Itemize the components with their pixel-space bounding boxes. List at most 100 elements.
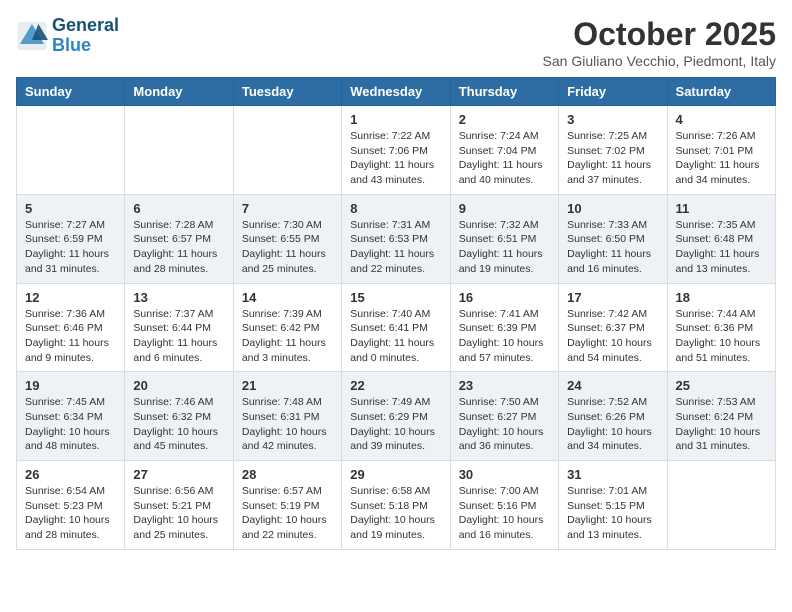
calendar-cell [125, 106, 233, 195]
calendar-cell: 15 Sunrise: 7:40 AM Sunset: 6:41 PM Dayli… [342, 283, 450, 372]
day-info: Sunrise: 6:56 AM Sunset: 5:21 PM Dayligh… [133, 484, 224, 543]
day-number: 19 [25, 378, 116, 393]
calendar-cell: 29 Sunrise: 6:58 AM Sunset: 5:18 PM Dayli… [342, 461, 450, 550]
calendar-cell: 20 Sunrise: 7:46 AM Sunset: 6:32 PM Dayli… [125, 372, 233, 461]
location: San Giuliano Vecchio, Piedmont, Italy [543, 53, 776, 69]
calendar-cell: 31 Sunrise: 7:01 AM Sunset: 5:15 PM Dayli… [559, 461, 667, 550]
calendar-cell [17, 106, 125, 195]
calendar-week-row: 19 Sunrise: 7:45 AM Sunset: 6:34 PM Dayli… [17, 372, 776, 461]
weekday-header-cell: Thursday [450, 78, 558, 106]
calendar-cell: 27 Sunrise: 6:56 AM Sunset: 5:21 PM Dayli… [125, 461, 233, 550]
day-number: 10 [567, 201, 658, 216]
weekday-header-cell: Monday [125, 78, 233, 106]
day-info: Sunrise: 7:30 AM Sunset: 6:55 PM Dayligh… [242, 218, 333, 277]
calendar-cell: 4Sunrise: 7:26 AM Sunset: 7:01 PM Daylig… [667, 106, 775, 195]
day-number: 15 [350, 290, 441, 305]
day-info: Sunrise: 7:33 AM Sunset: 6:50 PM Dayligh… [567, 218, 658, 277]
calendar-cell: 3Sunrise: 7:25 AM Sunset: 7:02 PM Daylig… [559, 106, 667, 195]
day-info: Sunrise: 7:49 AM Sunset: 6:29 PM Dayligh… [350, 395, 441, 454]
day-info: Sunrise: 6:57 AM Sunset: 5:19 PM Dayligh… [242, 484, 333, 543]
day-info: Sunrise: 7:32 AM Sunset: 6:51 PM Dayligh… [459, 218, 550, 277]
day-info: Sunrise: 7:52 AM Sunset: 6:26 PM Dayligh… [567, 395, 658, 454]
day-info: Sunrise: 7:22 AM Sunset: 7:06 PM Dayligh… [350, 129, 441, 188]
calendar-cell: 22 Sunrise: 7:49 AM Sunset: 6:29 PM Dayli… [342, 372, 450, 461]
logo-line1: General [52, 15, 119, 35]
calendar-cell: 10 Sunrise: 7:33 AM Sunset: 6:50 PM Dayli… [559, 194, 667, 283]
calendar-cell: 11Sunrise: 7:35 AM Sunset: 6:48 PM Dayli… [667, 194, 775, 283]
day-number: 24 [567, 378, 658, 393]
day-number: 22 [350, 378, 441, 393]
day-info: Sunrise: 7:42 AM Sunset: 6:37 PM Dayligh… [567, 307, 658, 366]
day-number: 14 [242, 290, 333, 305]
calendar-cell: 21 Sunrise: 7:48 AM Sunset: 6:31 PM Dayli… [233, 372, 341, 461]
day-number: 21 [242, 378, 333, 393]
calendar-cell [233, 106, 341, 195]
day-info: Sunrise: 7:27 AM Sunset: 6:59 PM Dayligh… [25, 218, 116, 277]
day-number: 7 [242, 201, 333, 216]
logo: General Blue [16, 16, 119, 56]
calendar-cell: 14Sunrise: 7:39 AM Sunset: 6:42 PM Dayli… [233, 283, 341, 372]
day-number: 25 [676, 378, 767, 393]
day-info: Sunrise: 7:46 AM Sunset: 6:32 PM Dayligh… [133, 395, 224, 454]
calendar-cell: 6Sunrise: 7:28 AM Sunset: 6:57 PM Daylig… [125, 194, 233, 283]
calendar-cell: 13 Sunrise: 7:37 AM Sunset: 6:44 PM Dayli… [125, 283, 233, 372]
logo-text: General Blue [52, 16, 119, 56]
day-number: 17 [567, 290, 658, 305]
day-info: Sunrise: 7:41 AM Sunset: 6:39 PM Dayligh… [459, 307, 550, 366]
day-info: Sunrise: 7:35 AM Sunset: 6:48 PM Dayligh… [676, 218, 767, 277]
day-info: Sunrise: 7:44 AM Sunset: 6:36 PM Dayligh… [676, 307, 767, 366]
calendar-week-row: 1 Sunrise: 7:22 AM Sunset: 7:06 PM Daylig… [17, 106, 776, 195]
calendar-cell: 2Sunrise: 7:24 AM Sunset: 7:04 PM Daylig… [450, 106, 558, 195]
day-info: Sunrise: 7:50 AM Sunset: 6:27 PM Dayligh… [459, 395, 550, 454]
calendar-cell: 26 Sunrise: 6:54 AM Sunset: 5:23 PM Dayli… [17, 461, 125, 550]
day-number: 13 [133, 290, 224, 305]
day-info: Sunrise: 7:40 AM Sunset: 6:41 PM Dayligh… [350, 307, 441, 366]
day-info: Sunrise: 7:45 AM Sunset: 6:34 PM Dayligh… [25, 395, 116, 454]
day-number: 16 [459, 290, 550, 305]
day-number: 20 [133, 378, 224, 393]
day-number: 23 [459, 378, 550, 393]
day-number: 28 [242, 467, 333, 482]
day-number: 9 [459, 201, 550, 216]
weekday-header-cell: Tuesday [233, 78, 341, 106]
weekday-header-cell: Sunday [17, 78, 125, 106]
title-section: October 2025 San Giuliano Vecchio, Piedm… [543, 16, 776, 69]
calendar-body: 1 Sunrise: 7:22 AM Sunset: 7:06 PM Daylig… [17, 106, 776, 550]
weekday-header-row: SundayMondayTuesdayWednesdayThursdayFrid… [17, 78, 776, 106]
day-number: 26 [25, 467, 116, 482]
calendar-week-row: 5Sunrise: 7:27 AM Sunset: 6:59 PM Daylig… [17, 194, 776, 283]
calendar-cell [667, 461, 775, 550]
day-number: 31 [567, 467, 658, 482]
day-info: Sunrise: 7:01 AM Sunset: 5:15 PM Dayligh… [567, 484, 658, 543]
logo-line2: Blue [52, 35, 91, 55]
calendar-cell: 30 Sunrise: 7:00 AM Sunset: 5:16 PM Dayli… [450, 461, 558, 550]
day-number: 1 [350, 112, 441, 127]
calendar-cell: 12Sunrise: 7:36 AM Sunset: 6:46 PM Dayli… [17, 283, 125, 372]
day-number: 30 [459, 467, 550, 482]
calendar-week-row: 26 Sunrise: 6:54 AM Sunset: 5:23 PM Dayli… [17, 461, 776, 550]
day-info: Sunrise: 7:00 AM Sunset: 5:16 PM Dayligh… [459, 484, 550, 543]
calendar-week-row: 12Sunrise: 7:36 AM Sunset: 6:46 PM Dayli… [17, 283, 776, 372]
day-number: 8 [350, 201, 441, 216]
day-number: 27 [133, 467, 224, 482]
weekday-header-cell: Saturday [667, 78, 775, 106]
day-number: 3 [567, 112, 658, 127]
day-number: 18 [676, 290, 767, 305]
calendar-cell: 24 Sunrise: 7:52 AM Sunset: 6:26 PM Dayli… [559, 372, 667, 461]
day-number: 29 [350, 467, 441, 482]
calendar-cell: 25 Sunrise: 7:53 AM Sunset: 6:24 PM Dayli… [667, 372, 775, 461]
day-info: Sunrise: 7:37 AM Sunset: 6:44 PM Dayligh… [133, 307, 224, 366]
calendar-cell: 17 Sunrise: 7:42 AM Sunset: 6:37 PM Dayli… [559, 283, 667, 372]
day-number: 6 [133, 201, 224, 216]
calendar-cell: 19 Sunrise: 7:45 AM Sunset: 6:34 PM Dayli… [17, 372, 125, 461]
day-info: Sunrise: 6:58 AM Sunset: 5:18 PM Dayligh… [350, 484, 441, 543]
calendar: SundayMondayTuesdayWednesdayThursdayFrid… [16, 77, 776, 550]
weekday-header-cell: Friday [559, 78, 667, 106]
day-number: 12 [25, 290, 116, 305]
day-info: Sunrise: 6:54 AM Sunset: 5:23 PM Dayligh… [25, 484, 116, 543]
calendar-cell: 1 Sunrise: 7:22 AM Sunset: 7:06 PM Daylig… [342, 106, 450, 195]
month-title: October 2025 [543, 16, 776, 53]
day-info: Sunrise: 7:48 AM Sunset: 6:31 PM Dayligh… [242, 395, 333, 454]
calendar-cell: 9 Sunrise: 7:32 AM Sunset: 6:51 PM Daylig… [450, 194, 558, 283]
day-info: Sunrise: 7:53 AM Sunset: 6:24 PM Dayligh… [676, 395, 767, 454]
